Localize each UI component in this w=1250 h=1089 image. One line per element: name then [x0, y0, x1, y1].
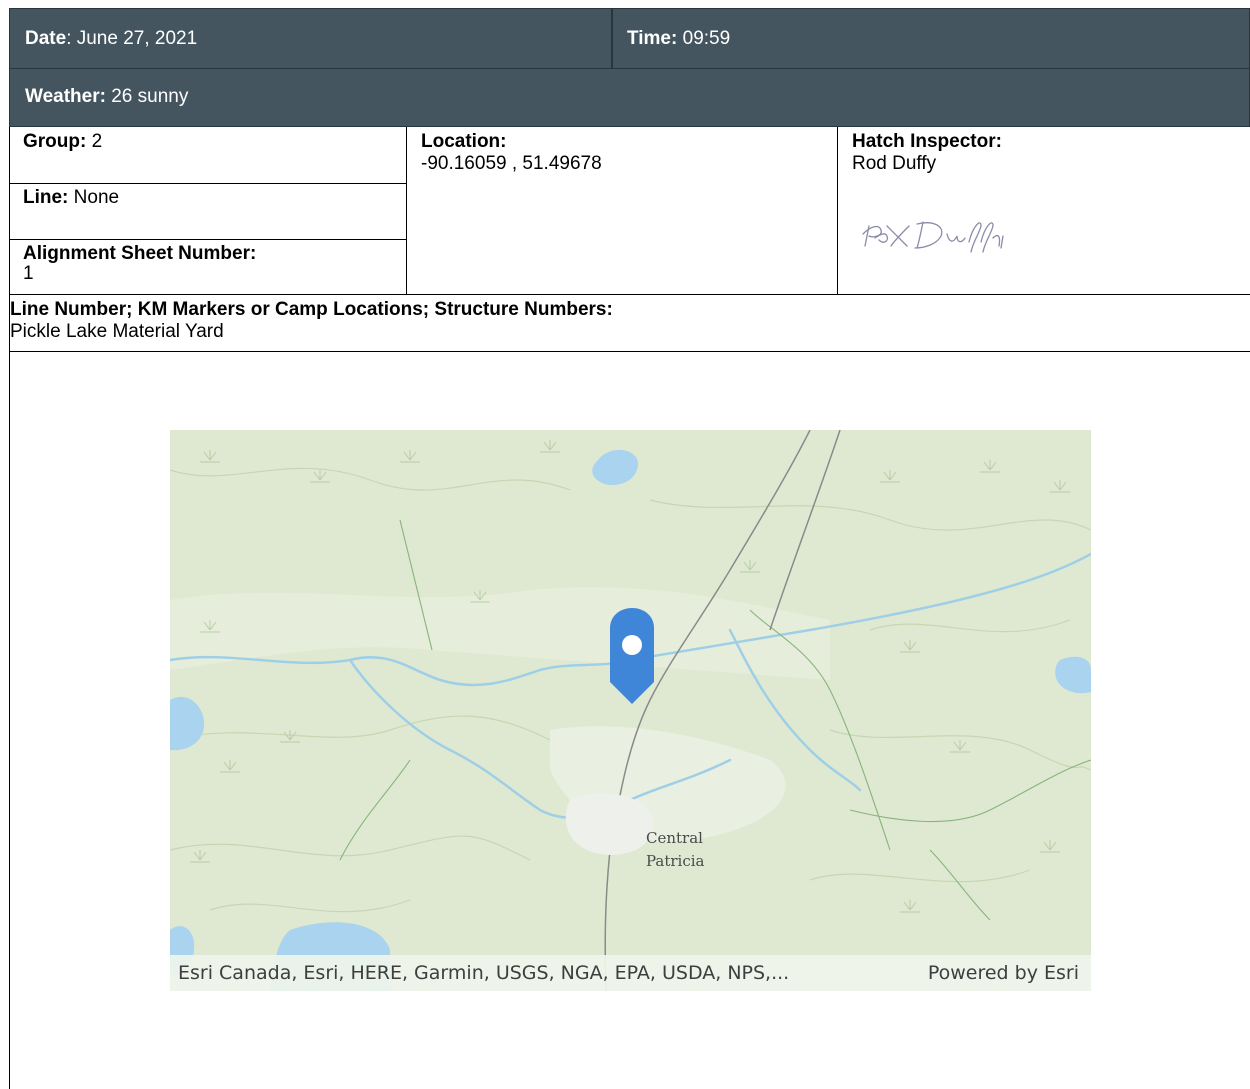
column-divider-1	[406, 127, 407, 294]
powered-by-esri[interactable]: Powered by Esri	[928, 962, 1079, 984]
map-attribution-bar: Esri Canada, Esri, HERE, Garmin, USGS, N…	[170, 955, 1091, 991]
group-value: 2	[86, 131, 103, 152]
weather-label: Weather:	[25, 86, 106, 107]
map-canvas: Central Patricia	[170, 430, 1091, 991]
weather-value: 26 sunny	[105, 86, 189, 107]
inspector-cell: Hatch Inspector: Rod Duffy	[852, 131, 1002, 175]
date-value: : June 27, 2021	[66, 28, 198, 49]
alignment-value: 1	[23, 263, 34, 284]
weather-header-cell: Weather: 26 sunny	[9, 69, 1250, 127]
date-header-cell: Date: June 27, 2021	[9, 8, 612, 69]
inspector-value: Rod Duffy	[852, 153, 937, 174]
time-label: Time:	[627, 28, 678, 49]
location-map[interactable]: Central Patricia Esri Canada, Esri, HERE…	[170, 430, 1091, 991]
group-label: Group:	[23, 131, 87, 152]
markers-cell: Line Number; KM Markers or Camp Location…	[10, 299, 613, 343]
map-place-label-central: Central	[646, 829, 703, 847]
inspector-label: Hatch Inspector:	[852, 131, 1002, 152]
alignment-cell: Alignment Sheet Number: 1	[23, 243, 256, 283]
map-place-label-patricia: Patricia	[646, 852, 705, 870]
table-left-border	[9, 127, 10, 1089]
line-cell: Line: None	[23, 187, 119, 209]
location-label: Location:	[421, 131, 507, 152]
alignment-label: Alignment Sheet Number:	[23, 243, 257, 264]
time-header-cell: Time: 09:59	[612, 8, 1250, 69]
row-divider-group	[9, 183, 406, 184]
row-divider-line	[9, 239, 406, 240]
location-value: -90.16059 , 51.49678	[421, 153, 602, 174]
time-value: 09:59	[677, 28, 731, 49]
line-label: Line:	[23, 187, 69, 208]
row-divider-map	[9, 351, 1250, 352]
markers-value: Pickle Lake Material Yard	[10, 321, 224, 342]
inspector-signature	[862, 221, 1004, 253]
group-cell: Group: 2	[23, 131, 102, 153]
location-cell: Location: -90.16059 , 51.49678	[421, 131, 602, 175]
column-divider-2	[837, 127, 838, 294]
line-value: None	[68, 187, 120, 208]
markers-label: Line Number; KM Markers or Camp Location…	[10, 299, 613, 320]
date-label: Date	[25, 28, 67, 49]
row-divider-markers	[9, 294, 1250, 295]
map-attribution[interactable]: Esri Canada, Esri, HERE, Garmin, USGS, N…	[178, 962, 789, 984]
